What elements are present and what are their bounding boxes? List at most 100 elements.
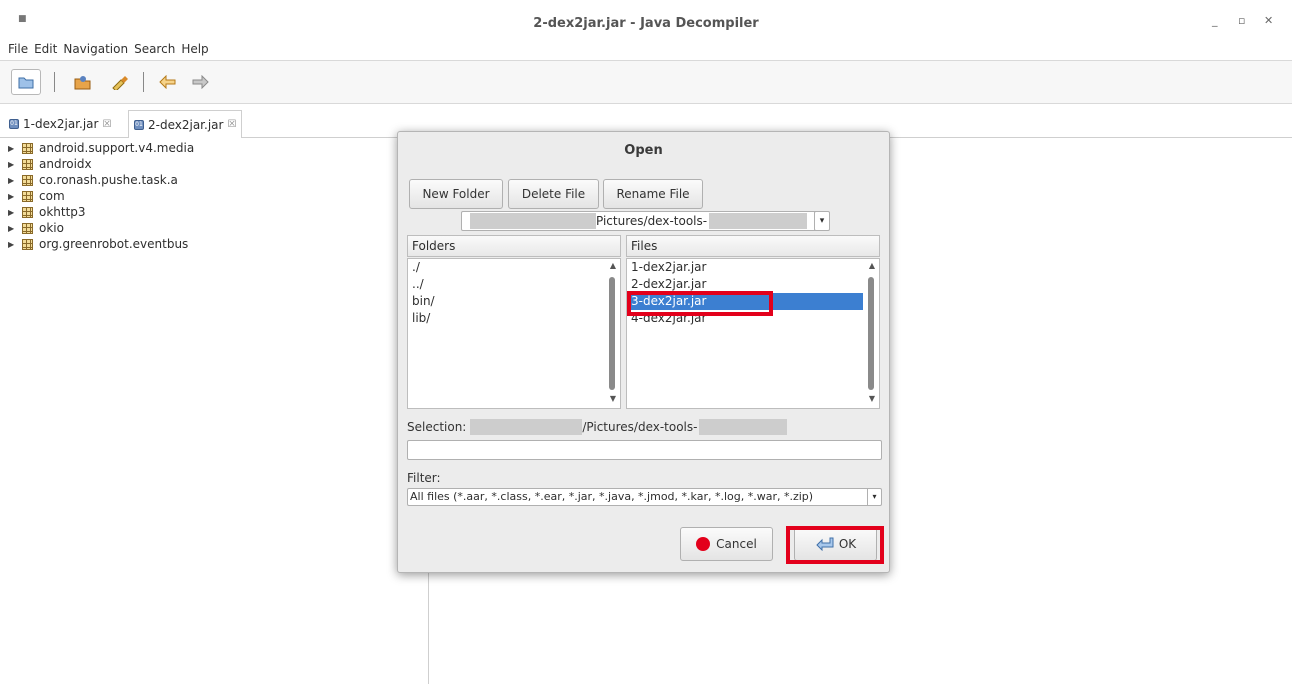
tab-label: 2-dex2jar.jar [148,117,224,132]
tree-item[interactable]: ▶ org.greenrobot.eventbus [8,236,428,252]
package-icon [22,222,33,234]
open-type-button[interactable] [70,70,96,94]
open-type-icon [74,76,91,90]
rename-file-button[interactable]: Rename File [603,179,703,209]
back-button[interactable] [155,70,181,94]
folders-header[interactable]: Folders [407,235,621,257]
files-scrollbar[interactable]: ▲ ▼ [865,259,879,408]
minimize-icon[interactable]: _ [1212,14,1218,27]
list-item[interactable]: 2-dex2jar.jar [627,276,879,293]
chevron-down-icon[interactable]: ▾ [867,489,881,505]
list-item[interactable]: 4-dex2jar.jar [627,310,879,327]
chevron-down-icon[interactable]: ▾ [814,211,830,231]
tree-item-label: okhttp3 [39,205,86,219]
menu-file[interactable]: File [8,42,28,60]
tree-item-label: co.ronash.pushe.task.a [39,173,178,187]
filter-select[interactable]: All files (*.aar, *.class, *.ear, *.jar,… [407,488,882,506]
button-label: New Folder [422,187,490,201]
tab-close-icon[interactable]: ☒ [102,119,111,130]
list-item[interactable]: bin/ [408,293,620,310]
files-list[interactable]: 1-dex2jar.jar 2-dex2jar.jar 3-dex2jar.ja… [626,258,880,409]
dialog-title: Open [624,143,663,158]
ok-button[interactable]: OK [794,527,877,561]
package-icon [22,206,33,218]
menu-search[interactable]: Search [134,42,175,60]
menu-bar: File Edit Navigation Search Help [0,42,209,60]
tree-item[interactable]: ▶ okio [8,220,428,236]
close-icon[interactable]: ✕ [1264,14,1273,27]
pane-divider[interactable] [428,572,429,684]
list-item[interactable]: ../ [408,276,620,293]
files-header[interactable]: Files [626,235,880,257]
filter-value: All files (*.aar, *.class, *.ear, *.jar,… [410,490,814,503]
expand-arrow-icon[interactable]: ▶ [8,192,16,201]
flashlight-icon [112,76,128,90]
list-item[interactable]: lib/ [408,310,620,327]
cancel-button[interactable]: Cancel [680,527,773,561]
package-icon [22,174,33,186]
expand-arrow-icon[interactable]: ▶ [8,224,16,233]
path-text: Pictures/dex-tools- [596,214,708,228]
jar-icon: 01 [9,119,19,129]
package-icon [22,238,33,250]
list-item-selected[interactable]: 3-dex2jar.jar [627,293,863,310]
menu-help[interactable]: Help [181,42,208,60]
button-label: OK [838,537,857,551]
redacted-path [470,419,583,435]
tree-item[interactable]: ▶ co.ronash.pushe.task.a [8,172,428,188]
selection-path: /Pictures/dex-tools- [582,420,698,434]
arrow-left-icon [159,75,176,89]
tab-close-icon[interactable]: ☒ [227,119,236,130]
selection-label: Selection: [407,420,467,434]
tree-item[interactable]: ▶ com [8,188,428,204]
tree-item[interactable]: ▶ okhttp3 [8,204,428,220]
tree-item-label: com [39,189,65,203]
redacted-path [699,419,788,435]
tab-label: 1-dex2jar.jar [23,117,99,131]
expand-arrow-icon[interactable]: ▶ [8,208,16,217]
menu-navigation[interactable]: Navigation [63,42,128,60]
folders-list[interactable]: ./ ../ bin/ lib/ ▲ ▼ [407,258,621,409]
tree-item-label: androidx [39,157,92,171]
redacted-path [470,213,596,229]
expand-arrow-icon[interactable]: ▶ [8,176,16,185]
maximize-icon[interactable]: ▫ [1238,14,1245,27]
list-item[interactable]: 1-dex2jar.jar [627,259,879,276]
arrow-right-icon [192,75,209,89]
tree-item[interactable]: ▶ android.support.v4.media [8,140,428,156]
expand-arrow-icon[interactable]: ▶ [8,160,16,169]
expand-arrow-icon[interactable]: ▶ [8,144,16,153]
filter-label: Filter: [407,471,441,485]
path-combo[interactable]: Pictures/dex-tools- [461,211,829,231]
window-title: 2-dex2jar.jar - Java Decompiler [533,16,759,31]
title-bar: ■ 2-dex2jar.jar - Java Decompiler _ ▫ ✕ [0,0,1292,44]
tree-item-label: android.support.v4.media [39,141,195,155]
folders-scrollbar[interactable]: ▲ ▼ [606,259,620,408]
list-item[interactable]: ./ [408,259,620,276]
toolbar [0,60,1292,104]
tree-item-label: okio [39,221,64,235]
selection-input[interactable] [407,440,882,460]
button-label: Rename File [616,187,690,201]
tree-item[interactable]: ▶ androidx [8,156,428,172]
return-arrow-icon [816,537,834,551]
menu-edit[interactable]: Edit [34,42,57,60]
new-folder-button[interactable]: New Folder [409,179,503,209]
redacted-path [709,213,808,229]
tab-1-dex2jar[interactable]: 01 1-dex2jar.jar ☒ [4,110,116,138]
search-button[interactable] [106,70,132,94]
package-icon [22,158,33,170]
forward-button[interactable] [187,70,213,94]
selection-row: Selection: /Pictures/dex-tools- [407,419,788,435]
package-icon [22,142,33,154]
package-icon [22,190,33,202]
open-folder-icon [18,77,34,89]
delete-file-button[interactable]: Delete File [508,179,599,209]
open-file-button[interactable] [11,69,41,95]
expand-arrow-icon[interactable]: ▶ [8,240,16,249]
jar-icon: 01 [134,119,144,130]
tab-2-dex2jar[interactable]: 01 2-dex2jar.jar ☒ [128,110,243,138]
package-tree: ▶ android.support.v4.media ▶ androidx ▶ co.… [8,140,428,252]
stop-icon [696,537,711,551]
open-dialog: Open New Folder Delete File Rename File … [397,131,890,573]
